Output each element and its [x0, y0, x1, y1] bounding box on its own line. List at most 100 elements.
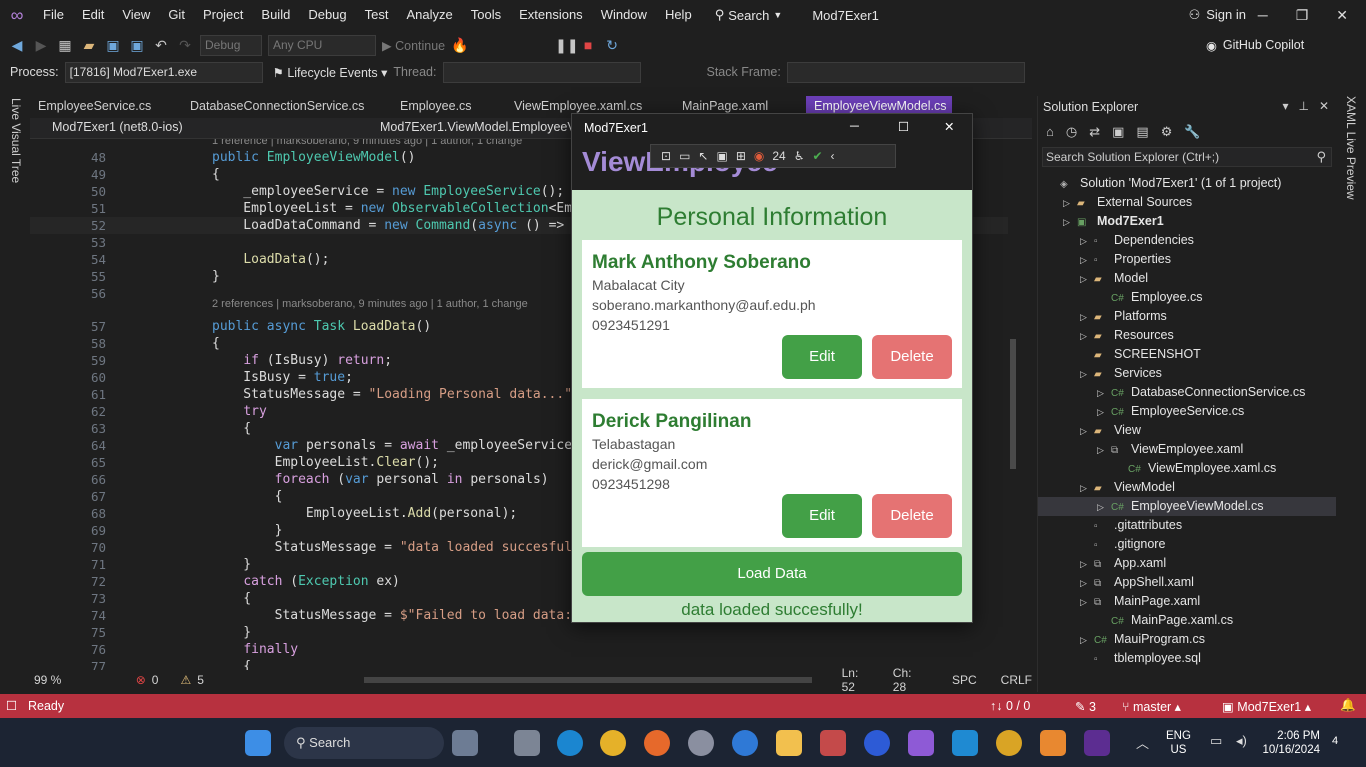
- menu-tools[interactable]: Tools: [462, 0, 510, 30]
- clock[interactable]: 2:06 PM 10/16/2024: [1262, 729, 1320, 757]
- tree-item[interactable]: C# Employee.cs: [1038, 288, 1336, 307]
- source-control-changes[interactable]: ↑↓ 0 / 0: [990, 699, 1030, 713]
- tree-item[interactable]: ▷ C# EmployeeViewModel.cs: [1038, 497, 1336, 516]
- search-highlight-icon[interactable]: [452, 730, 478, 756]
- menu-help[interactable]: Help: [656, 0, 701, 30]
- tree-item[interactable]: C# MainPage.xaml.cs: [1038, 611, 1336, 630]
- load-data-button[interactable]: Load Data: [582, 552, 962, 596]
- tree-item[interactable]: ▷ C# DatabaseConnectionService.cs: [1038, 383, 1336, 402]
- start-icon[interactable]: [245, 730, 271, 756]
- edge-icon[interactable]: [557, 730, 583, 756]
- menu-file[interactable]: File: [34, 0, 73, 30]
- expander-icon[interactable]: ▷: [1080, 232, 1094, 251]
- restore-icon[interactable]: ❐: [1296, 0, 1309, 30]
- sign-in-button[interactable]: ⚇ Sign in: [1189, 7, 1246, 23]
- expander-icon[interactable]: ▷: [1080, 593, 1094, 612]
- hot-reload-icon[interactable]: 🔥: [451, 36, 469, 54]
- scan-icon[interactable]: ◉: [754, 149, 764, 163]
- undo-icon[interactable]: ↶: [152, 36, 170, 54]
- menu-window[interactable]: Window: [592, 0, 656, 30]
- document-tab[interactable]: EmployeeService.cs: [30, 96, 182, 118]
- visual-studio-icon[interactable]: [908, 730, 934, 756]
- tree-item[interactable]: ▷ ▰ Platforms: [1038, 307, 1336, 326]
- taskbar-search[interactable]: ⚲ Search: [284, 727, 444, 759]
- expander-icon[interactable]: ▷: [1080, 327, 1094, 346]
- chrome-profile-icon[interactable]: [996, 730, 1022, 756]
- expander-icon[interactable]: ▷: [1080, 631, 1094, 650]
- back-icon[interactable]: ◀: [8, 36, 26, 54]
- redo-icon[interactable]: ↷: [176, 36, 194, 54]
- calendar-icon[interactable]: [820, 730, 846, 756]
- accessibility-icon[interactable]: ♿: [794, 149, 805, 163]
- pending-edits[interactable]: ✎ 3: [1075, 699, 1096, 714]
- tree-item[interactable]: ▷ ⧉ ViewEmployee.xaml: [1038, 440, 1336, 459]
- expander-icon[interactable]: ▷: [1080, 308, 1094, 327]
- cursor-icon[interactable]: ↖: [698, 149, 708, 163]
- menu-git[interactable]: Git: [159, 0, 194, 30]
- live-visual-tree-tab[interactable]: Live Visual Tree: [9, 98, 23, 183]
- employee-card[interactable]: Mark Anthony Soberano Mabalacat City sober…: [582, 240, 962, 388]
- layout-icon[interactable]: ▣: [716, 149, 727, 163]
- task-view-icon[interactable]: [514, 730, 540, 756]
- branch-selector[interactable]: ⑂ master ▴: [1122, 699, 1181, 714]
- stop-icon[interactable]: ■: [579, 36, 597, 54]
- tree-item[interactable]: ▷ ⧉ MainPage.xaml: [1038, 592, 1336, 611]
- minimize-icon[interactable]: ─: [850, 119, 859, 133]
- indent-mode[interactable]: SPC: [952, 673, 977, 687]
- new-item-icon[interactable]: ▦: [56, 36, 74, 54]
- platform-dropdown[interactable]: Any CPU: [268, 34, 376, 56]
- lifecycle-events-button[interactable]: ⚑ Lifecycle Events ▾: [273, 65, 388, 80]
- line-ending[interactable]: CRLF: [1001, 673, 1032, 687]
- expander-icon[interactable]: ▷: [1080, 365, 1094, 384]
- vs-logo-icon[interactable]: ∞: [0, 5, 34, 26]
- menu-analyze[interactable]: Analyze: [397, 0, 461, 30]
- expander-icon[interactable]: ▷: [1097, 498, 1111, 517]
- maximize-icon[interactable]: ☐: [898, 119, 909, 134]
- menu-view[interactable]: View: [113, 0, 159, 30]
- home-icon[interactable]: ⌂: [1046, 124, 1054, 140]
- tree-item[interactable]: ▷ ▫ Dependencies: [1038, 231, 1336, 250]
- dropdown-icon[interactable]: ▾: [1282, 99, 1288, 113]
- app-store-icon[interactable]: [732, 730, 758, 756]
- tree-item[interactable]: ▷ ⧉ AppShell.xaml: [1038, 573, 1336, 592]
- vscode-icon[interactable]: [952, 730, 978, 756]
- error-icon[interactable]: ⊗: [136, 673, 146, 687]
- app-icon[interactable]: [688, 730, 714, 756]
- close-icon[interactable]: ✕: [944, 119, 954, 134]
- tree-item[interactable]: ◈ Solution 'Mod7Exer1' (1 of 1 project): [1038, 174, 1336, 193]
- vidyard-icon[interactable]: [864, 730, 890, 756]
- xaml-live-preview-tab[interactable]: XAML Live Preview: [1344, 96, 1358, 200]
- check-icon[interactable]: ✔: [812, 149, 822, 163]
- tree-item[interactable]: ▷ ▫ Properties: [1038, 250, 1336, 269]
- sync-icon[interactable]: ⇄: [1089, 124, 1100, 140]
- history-icon[interactable]: ◷: [1066, 124, 1077, 140]
- zoom-level[interactable]: 99 %: [34, 673, 86, 687]
- tree-item[interactable]: ▰ SCREENSHOT: [1038, 345, 1336, 364]
- expander-icon[interactable]: ▷: [1080, 555, 1094, 574]
- tree-item[interactable]: ▷ ▣ Mod7Exer1: [1038, 212, 1336, 231]
- project-dropdown[interactable]: Mod7Exer1 (net8.0-ios): [52, 120, 183, 134]
- expander-icon[interactable]: ▷: [1097, 384, 1111, 403]
- codelens-references[interactable]: 2 references | marksoberano, 9 minutes a…: [212, 298, 528, 310]
- warning-icon[interactable]: ⚠: [180, 673, 191, 687]
- thread-dropdown[interactable]: [442, 61, 641, 83]
- process-dropdown[interactable]: [17816] Mod7Exer1.exe: [64, 61, 263, 83]
- tray-overflow-icon[interactable]: ︿: [1136, 733, 1149, 752]
- delete-button[interactable]: Delete: [872, 494, 952, 538]
- search-button[interactable]: ⚲ Search ▼: [715, 7, 783, 23]
- app-icon[interactable]: [1040, 730, 1066, 756]
- menu-test[interactable]: Test: [356, 0, 398, 30]
- notification-badge[interactable]: 4: [1332, 735, 1338, 747]
- stack-frame-dropdown[interactable]: [786, 61, 1025, 83]
- expander-icon[interactable]: ▷: [1080, 270, 1094, 289]
- tree-item[interactable]: ▷ ▰ ViewModel: [1038, 478, 1336, 497]
- expander-icon[interactable]: ▷: [1080, 574, 1094, 593]
- tree-item[interactable]: ▫ tblemployee.sql: [1038, 649, 1336, 668]
- horizontal-scrollbar[interactable]: [363, 677, 812, 683]
- restart-icon[interactable]: ↻: [603, 36, 621, 54]
- expander-icon[interactable]: ▷: [1063, 213, 1077, 232]
- continue-button[interactable]: ▶ Continue: [382, 38, 445, 53]
- volume-icon[interactable]: ◂): [1236, 733, 1247, 749]
- copilot-button[interactable]: ◉ GitHub Copilot: [1206, 38, 1304, 53]
- properties-icon[interactable]: 🔧: [1184, 124, 1200, 140]
